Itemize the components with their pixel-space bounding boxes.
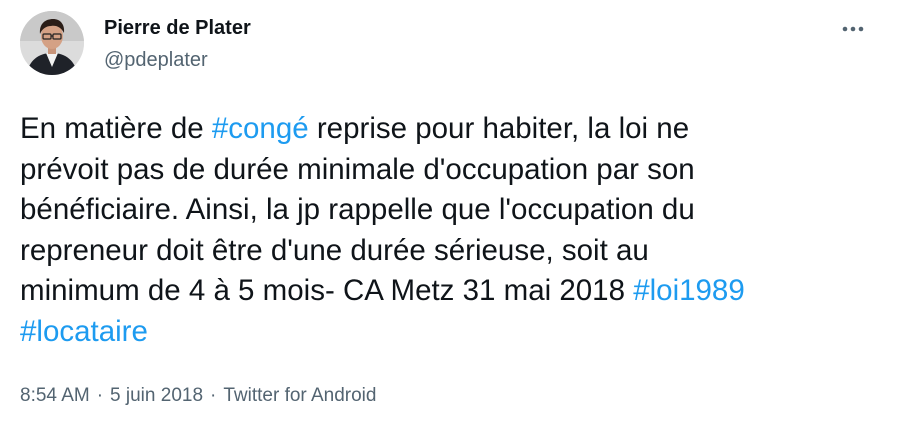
- tweet-metadata: 8:54 AM · 5 juin 2018 · Twitter for Android: [20, 384, 376, 408]
- tweet-text-line: prévoit pas de durée minimale d'occupati…: [20, 150, 890, 191]
- hashtag-link[interactable]: #congé: [212, 112, 309, 145]
- tweet-text-segment: En matière de: [20, 112, 212, 145]
- tweet-text: En matière de #congé reprise pour habite…: [20, 109, 890, 352]
- tweet-text-segment: bénéficiaire. Ainsi, la jp rappelle que …: [20, 193, 695, 226]
- tweet-source[interactable]: Twitter for Android: [223, 385, 376, 406]
- author-handle[interactable]: @pdeplater: [104, 48, 208, 72]
- tweet-date[interactable]: 5 juin 2018: [110, 385, 203, 406]
- avatar-photo: [20, 11, 84, 75]
- hashtag-link[interactable]: #loi1989: [633, 274, 745, 307]
- tweet-text-line: #locataire: [20, 312, 890, 353]
- tweet-text-segment: reprise pour habiter, la loi ne: [308, 112, 690, 145]
- meta-separator: ·: [210, 385, 217, 406]
- meta-separator: ·: [96, 385, 104, 406]
- author-name[interactable]: Pierre de Plater: [104, 16, 251, 40]
- tweet-text-segment: prévoit pas de durée minimale d'occupati…: [20, 152, 695, 186]
- tweet-time[interactable]: 8:54 AM: [20, 385, 90, 406]
- tweet-text-line: repreneur doit être d'une durée sérieuse…: [20, 231, 890, 272]
- tweet-text-line: minimum de 4 à 5 mois- CA Metz 31 mai 20…: [20, 271, 890, 312]
- hashtag-link[interactable]: #locataire: [20, 315, 148, 348]
- tweet-text-line: En matière de #congé reprise pour habite…: [20, 109, 890, 150]
- more-options-button[interactable]: [836, 16, 870, 42]
- more-horizontal-icon: [842, 26, 864, 32]
- author-avatar[interactable]: [20, 11, 84, 75]
- tweet-text-segment: minimum de 4 à 5 mois- CA Metz 31 mai 20…: [20, 274, 634, 307]
- tweet-text-segment: repreneur doit être d'une durée sérieuse…: [20, 233, 649, 267]
- tweet-text-line: bénéficiaire. Ainsi, la jp rappelle que …: [20, 190, 890, 231]
- tweet-card: Pierre de Plater @pdeplater En matière d…: [0, 0, 900, 423]
